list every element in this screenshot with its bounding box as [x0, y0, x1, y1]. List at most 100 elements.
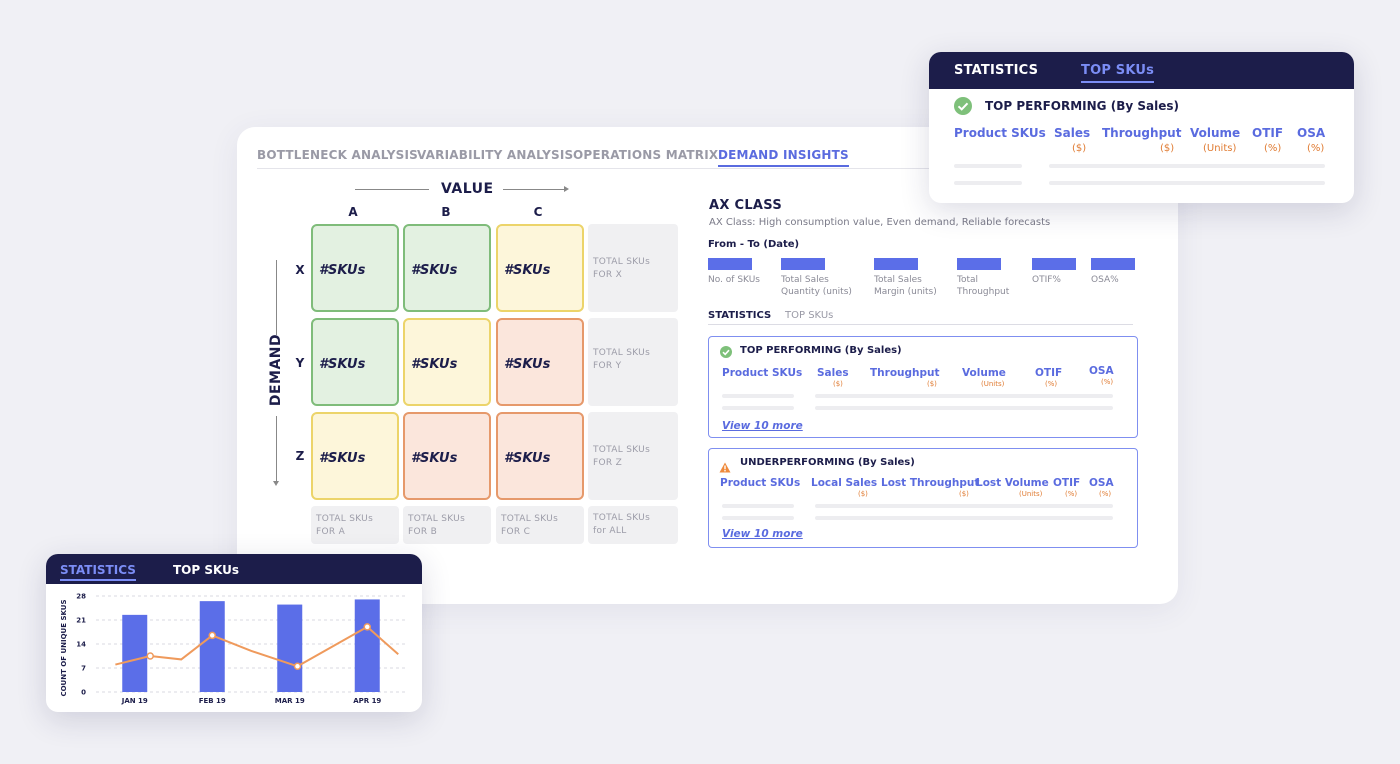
tab-statistics[interactable]: STATISTICS — [954, 63, 1038, 78]
col-volume: Volume — [1190, 126, 1241, 140]
value-axis-label: VALUE — [441, 181, 494, 197]
ax-sub-tabs: STATISTICS TOP SKUs — [708, 310, 1133, 325]
metric-label-sales-quantity: Total Sales Quantity (units) — [781, 275, 852, 297]
row-header-z: Z — [295, 449, 305, 463]
bar-feb-19 — [199, 601, 225, 692]
matrix-cell-bz[interactable]: #SKUs — [403, 412, 491, 500]
matrix-cell-ax[interactable]: #SKUs — [311, 224, 399, 312]
value-axis-line-left — [355, 189, 429, 190]
warning-icon — [719, 458, 731, 477]
metric-label-throughput: Total Throughput — [957, 275, 1010, 297]
check-circle-icon — [954, 97, 972, 115]
metric-bar-sales-margin — [874, 258, 918, 270]
total-skus-a: TOTAL SKUs FOR A — [311, 506, 399, 544]
col-lost-volume: Lost Volume — [976, 477, 1049, 489]
y-tick-label: 21 — [76, 617, 86, 625]
col-product-skus: Product SKUs — [954, 126, 1046, 140]
view-more-link[interactable]: View 10 more — [722, 528, 803, 540]
tab-demand-insights[interactable]: DEMAND INSIGHTS — [718, 148, 849, 167]
check-circle-icon — [720, 346, 732, 358]
metric-label-otif: OTIF% — [1032, 275, 1061, 285]
bar-jan-19 — [122, 614, 148, 692]
column-header-a: A — [348, 205, 358, 219]
tab-top-skus[interactable]: TOP SKUs — [173, 563, 239, 577]
metric-bar-throughput — [957, 258, 1001, 270]
col-throughput: Throughput — [870, 367, 940, 379]
total-skus-c: TOTAL SKUs FOR C — [496, 506, 584, 544]
value-axis-arrow-icon — [564, 186, 569, 192]
col-osa: OSA — [1089, 477, 1114, 489]
sku-count-chart: COUNT OF UNIQUE SKUS 0 7 14 21 28 JAN 19 FEB 1… — [60, 593, 406, 705]
statistics-card-header: STATISTICS TOP SKUs — [46, 554, 422, 584]
underperforming-title: UNDERPERFORMING (By Sales) — [740, 457, 915, 468]
col-osa: OSA — [1089, 365, 1114, 377]
col-lost-throughput: Lost Throughput — [881, 477, 980, 489]
tab-operations-matrix[interactable]: OPERATIONS MATRIX — [573, 148, 718, 162]
column-header-c: C — [533, 205, 543, 219]
col-otif: OTIF — [1252, 126, 1284, 140]
bar-apr-19 — [354, 599, 380, 692]
trend-point — [363, 623, 371, 631]
matrix-cell-bx[interactable]: #SKUs — [403, 224, 491, 312]
matrix-cell-cz[interactable]: #SKUs — [496, 412, 584, 500]
col-sales: Sales — [1054, 126, 1091, 140]
x-tick-label: MAR 19 — [275, 697, 305, 705]
top-performing-box: TOP PERFORMING (By Sales) Product SKUs S… — [708, 336, 1138, 438]
col-osa: OSA — [1297, 126, 1326, 140]
view-more-link[interactable]: View 10 more — [722, 420, 803, 432]
sub-tab-statistics[interactable]: STATISTICS — [708, 310, 771, 321]
top-performing-title: TOP PERFORMING (By Sales) — [985, 99, 1179, 113]
total-skus-all: TOTAL SKUs for ALL — [588, 506, 678, 544]
date-range-label[interactable]: From - To (Date) — [708, 239, 799, 250]
tab-bottleneck-analysis[interactable]: BOTTLENECK ANALYSIS — [257, 148, 418, 162]
metric-bar-osa — [1091, 258, 1135, 270]
col-local-sales: Local Sales — [811, 477, 878, 489]
x-tick-label: APR 19 — [353, 697, 381, 705]
col-otif: OTIF — [1035, 367, 1063, 379]
top-skus-card: STATISTICS TOP SKUs TOP PERFORMING (By S… — [929, 52, 1354, 203]
y-tick-label: 0 — [81, 689, 86, 697]
tab-statistics[interactable]: STATISTICS — [60, 563, 136, 581]
col-sales: Sales — [817, 367, 849, 379]
metric-bar-otif — [1032, 258, 1076, 270]
ax-class-title: AX CLASS — [709, 198, 783, 213]
matrix-cell-ay[interactable]: #SKUs — [311, 318, 399, 406]
y-tick-label: 14 — [76, 641, 86, 649]
tab-variability-analysis[interactable]: VARIABILITY ANALYSIS — [417, 148, 573, 162]
underperforming-box: UNDERPERFORMING (By Sales) Product SKUs … — [708, 448, 1138, 548]
x-tick-label: FEB 19 — [199, 697, 226, 705]
trend-point — [208, 631, 216, 640]
y-tick-label: 28 — [76, 593, 86, 601]
tab-top-skus[interactable]: TOP SKUs — [1081, 63, 1155, 83]
matrix-cell-by[interactable]: #SKUs — [403, 318, 491, 406]
col-product-skus: Product SKUs — [722, 367, 803, 379]
bar-mar-19 — [277, 604, 303, 692]
total-skus-y: TOTAL SKUs FOR Y — [588, 318, 678, 406]
statistics-chart-card: STATISTICS TOP SKUs COUNT OF UNIQUE SKUS… — [46, 554, 422, 712]
sub-tab-top-skus[interactable]: TOP SKUs — [785, 310, 833, 321]
matrix-cell-cy[interactable]: #SKUs — [496, 318, 584, 406]
matrix-cell-az[interactable]: #SKUs — [311, 412, 399, 500]
row-header-x: X — [295, 263, 305, 277]
demand-axis-arrow-icon — [273, 481, 279, 486]
y-axis-label: COUNT OF UNIQUE SKUS — [60, 599, 68, 696]
metric-bar-skus — [708, 258, 752, 270]
total-skus-x: TOTAL SKUs FOR X — [588, 224, 678, 312]
col-otif: OTIF — [1053, 477, 1081, 489]
metric-label-skus: No. of SKUs — [708, 275, 760, 285]
total-skus-b: TOTAL SKUs FOR B — [403, 506, 491, 544]
trend-point — [293, 662, 302, 671]
total-skus-z: TOTAL SKUs FOR Z — [588, 412, 678, 500]
row-header-y: Y — [295, 356, 305, 370]
top-skus-card-header: STATISTICS TOP SKUs — [929, 52, 1354, 89]
value-axis-line-right — [503, 189, 565, 190]
ax-class-description: AX Class: High consumption value, Even d… — [709, 217, 1051, 228]
col-product-skus: Product SKUs — [720, 477, 801, 489]
metric-bar-sales-quantity — [781, 258, 825, 270]
metric-label-osa: OSA% — [1091, 275, 1119, 285]
top-performing-title: TOP PERFORMING (By Sales) — [740, 345, 902, 356]
matrix-cell-cx[interactable]: #SKUs — [496, 224, 584, 312]
metric-label-sales-margin: Total Sales Margin (units) — [874, 275, 937, 297]
y-tick-label: 7 — [81, 665, 86, 673]
trend-point — [146, 652, 154, 660]
